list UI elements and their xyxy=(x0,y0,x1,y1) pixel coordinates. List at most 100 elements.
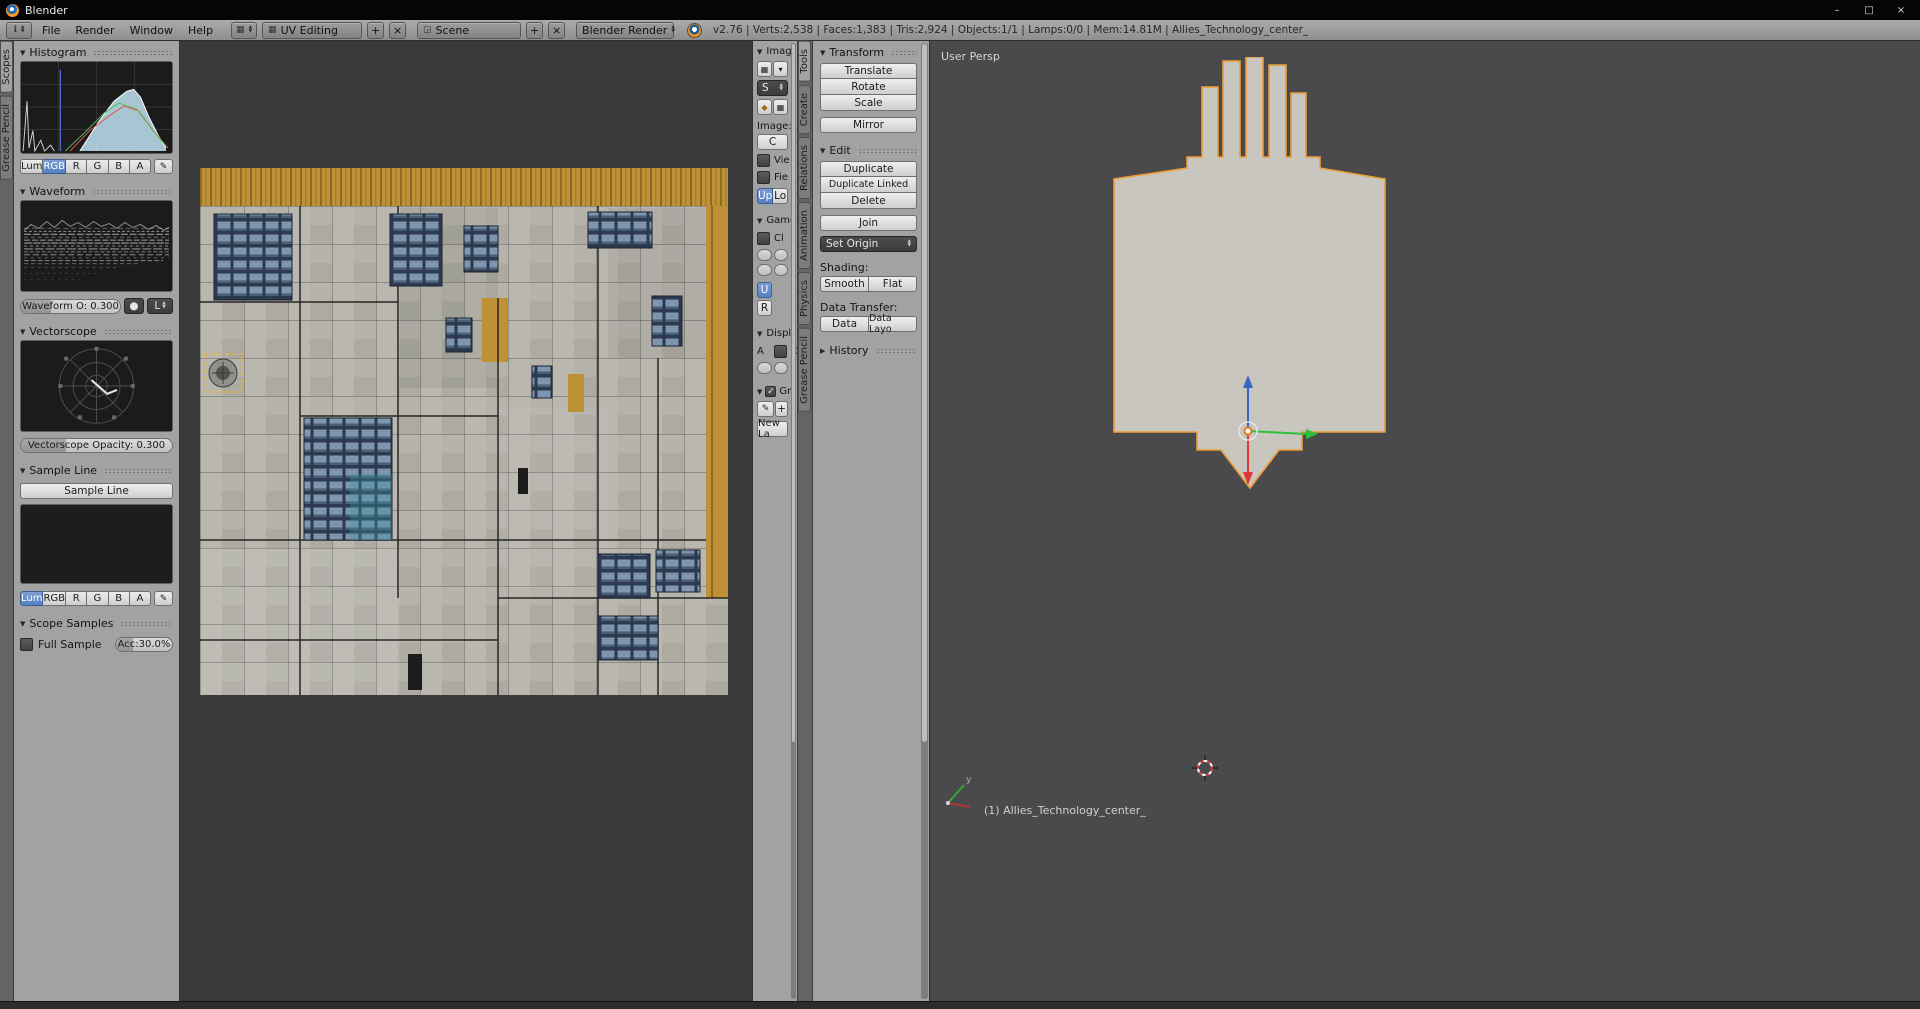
grease-pencil-checkbox[interactable]: ✓ xyxy=(765,386,776,397)
waveform-mode-dropdown[interactable]: L ▲▼ xyxy=(147,298,173,314)
edit-panel-header[interactable]: ▼ Edit xyxy=(820,142,917,159)
close-layout-button[interactable]: × xyxy=(389,22,406,39)
sample-channel-b[interactable]: B xyxy=(109,591,130,606)
data-layout-button[interactable]: Data Layo xyxy=(869,316,917,332)
stepper[interactable] xyxy=(757,264,772,276)
lower-toggle[interactable]: Lo xyxy=(773,188,788,204)
histogram-channel-g[interactable]: G xyxy=(87,159,108,174)
histogram-channel-rgb[interactable]: RGB xyxy=(43,159,66,174)
u-toggle[interactable]: U xyxy=(757,282,772,298)
sample-channel-a[interactable]: A xyxy=(130,591,151,606)
flat-button[interactable]: Flat xyxy=(869,276,917,292)
r-toggle[interactable]: R xyxy=(757,300,772,316)
vectorscope-opacity-slider[interactable]: Vectorscope Opacity: 0.300 xyxy=(20,438,173,453)
delete-button[interactable]: Delete xyxy=(820,193,917,209)
close-button[interactable]: × xyxy=(1886,2,1916,19)
uv-texture-image[interactable] xyxy=(200,168,728,695)
histogram-channel-a[interactable]: A xyxy=(130,159,151,174)
tab-physics[interactable]: Physics xyxy=(798,272,811,325)
image-panel-header[interactable]: ▼ Imag xyxy=(757,44,788,59)
sample-channel-lum[interactable]: Lum xyxy=(20,591,43,606)
join-button[interactable]: Join xyxy=(820,215,917,231)
image-datablock-icon[interactable]: ▦ xyxy=(757,61,772,77)
transform-panel-header[interactable]: ▼ Transform xyxy=(820,44,917,61)
stepper[interactable] xyxy=(757,249,772,261)
game-panel-header[interactable]: ▼ Game xyxy=(757,213,788,228)
close-scene-button[interactable]: × xyxy=(548,22,565,39)
set-origin-menu[interactable]: Set Origin ▲▼ xyxy=(820,236,917,252)
mirror-button[interactable]: Mirror xyxy=(820,117,917,133)
histogram-header[interactable]: ▼ Histogram xyxy=(20,44,173,61)
sample-channel-rgb[interactable]: RGB xyxy=(43,591,66,606)
scope-samples-header[interactable]: ▼ Scope Samples xyxy=(20,615,173,632)
histogram-channel-r[interactable]: R xyxy=(66,159,87,174)
screen-layout-selector[interactable]: ▦ UV Editing xyxy=(262,22,362,39)
new-layer-button[interactable]: New La xyxy=(757,421,788,437)
stepper[interactable] xyxy=(774,264,789,276)
data-button[interactable]: Data xyxy=(820,316,869,332)
smooth-button[interactable]: Smooth xyxy=(820,276,869,292)
tab-tools[interactable]: Tools xyxy=(798,41,811,82)
maximize-button[interactable]: □ xyxy=(1854,2,1884,19)
scale-button[interactable]: Scale xyxy=(820,95,917,111)
scrollbar[interactable] xyxy=(791,43,796,999)
tab-scopes[interactable]: Scopes xyxy=(0,41,13,93)
tab-grease-pencil[interactable]: Grease Pencil xyxy=(798,328,811,412)
tab-relations[interactable]: Relations xyxy=(798,137,811,199)
menu-render[interactable]: Render xyxy=(70,24,119,37)
waveform-color-icon[interactable]: ● xyxy=(124,298,144,314)
building-model[interactable] xyxy=(1102,57,1392,502)
stepper[interactable] xyxy=(774,362,789,374)
vectorscope-header[interactable]: ▼ Vectorscope xyxy=(20,323,173,340)
fields-checkbox[interactable] xyxy=(757,171,770,184)
fake-user-icon[interactable]: ◆ xyxy=(757,99,772,115)
scrollbar[interactable] xyxy=(921,43,928,999)
display-panel-header[interactable]: ▼ Displ xyxy=(757,326,788,341)
duplicate-linked-button[interactable]: Duplicate Linked xyxy=(820,177,917,193)
scene-selector[interactable]: ◲ Scene xyxy=(417,22,521,39)
stepper[interactable] xyxy=(774,249,789,261)
tab-animation[interactable]: Animation xyxy=(798,202,811,269)
minimize-button[interactable]: – xyxy=(1822,2,1852,19)
3d-viewport[interactable]: User Persp xyxy=(930,41,1920,1001)
uv-image-editor[interactable] xyxy=(181,41,752,1001)
show-line-icon[interactable]: ✎ xyxy=(154,591,173,606)
3d-cursor-icon[interactable] xyxy=(1192,755,1218,781)
sample-channel-r[interactable]: R xyxy=(66,591,87,606)
c-checkbox[interactable] xyxy=(774,345,787,358)
histogram-channel-lum[interactable]: Lum xyxy=(20,159,43,174)
history-panel-header[interactable]: ▶ History xyxy=(820,342,917,359)
add-layout-button[interactable]: + xyxy=(367,22,384,39)
show-line-icon[interactable]: ✎ xyxy=(154,159,173,174)
tab-grease-pencil[interactable]: Grease Pencil xyxy=(0,96,13,180)
render-engine-selector[interactable]: Blender Render ▲▼ xyxy=(576,22,674,39)
image-source-field[interactable]: S ▲▼ xyxy=(757,80,788,96)
clamp-checkbox[interactable] xyxy=(757,232,770,245)
pack-image-icon[interactable]: ▦ xyxy=(773,99,788,115)
image-browse-button[interactable]: ▾ xyxy=(773,61,788,77)
histogram-channel-b[interactable]: B xyxy=(109,159,130,174)
pencil-icon[interactable]: ✎ xyxy=(757,401,774,417)
menu-help[interactable]: Help xyxy=(183,24,218,37)
duplicate-button[interactable]: Duplicate xyxy=(820,161,917,177)
menu-file[interactable]: File xyxy=(37,24,65,37)
tab-create[interactable]: Create xyxy=(798,85,811,134)
editor-type-button[interactable]: ℹ ▲▼ xyxy=(6,22,32,39)
translate-button[interactable]: Translate xyxy=(820,63,917,79)
sample-line-button[interactable]: Sample Line xyxy=(20,483,173,499)
c-button[interactable]: C xyxy=(757,134,788,150)
waveform-opacity-slider[interactable]: Waveform O: 0.300 xyxy=(20,299,121,314)
screen-layout-type-button[interactable]: ▦ ▲▼ xyxy=(231,22,257,39)
view-as-render-checkbox[interactable] xyxy=(757,154,770,167)
accuracy-slider[interactable]: Acc:30.0% xyxy=(115,637,173,652)
full-sample-checkbox[interactable] xyxy=(20,638,33,651)
stepper[interactable] xyxy=(757,362,772,374)
sample-line-header[interactable]: ▼ Sample Line xyxy=(20,462,173,479)
waveform-header[interactable]: ▼ Waveform xyxy=(20,183,173,200)
sample-channel-g[interactable]: G xyxy=(87,591,108,606)
grease-pencil-panel-header[interactable]: ▼ ✓ Gr xyxy=(757,384,788,399)
add-scene-button[interactable]: + xyxy=(526,22,543,39)
rotate-button[interactable]: Rotate xyxy=(820,79,917,95)
menu-window[interactable]: Window xyxy=(125,24,178,37)
plus-icon[interactable]: + xyxy=(775,401,788,417)
